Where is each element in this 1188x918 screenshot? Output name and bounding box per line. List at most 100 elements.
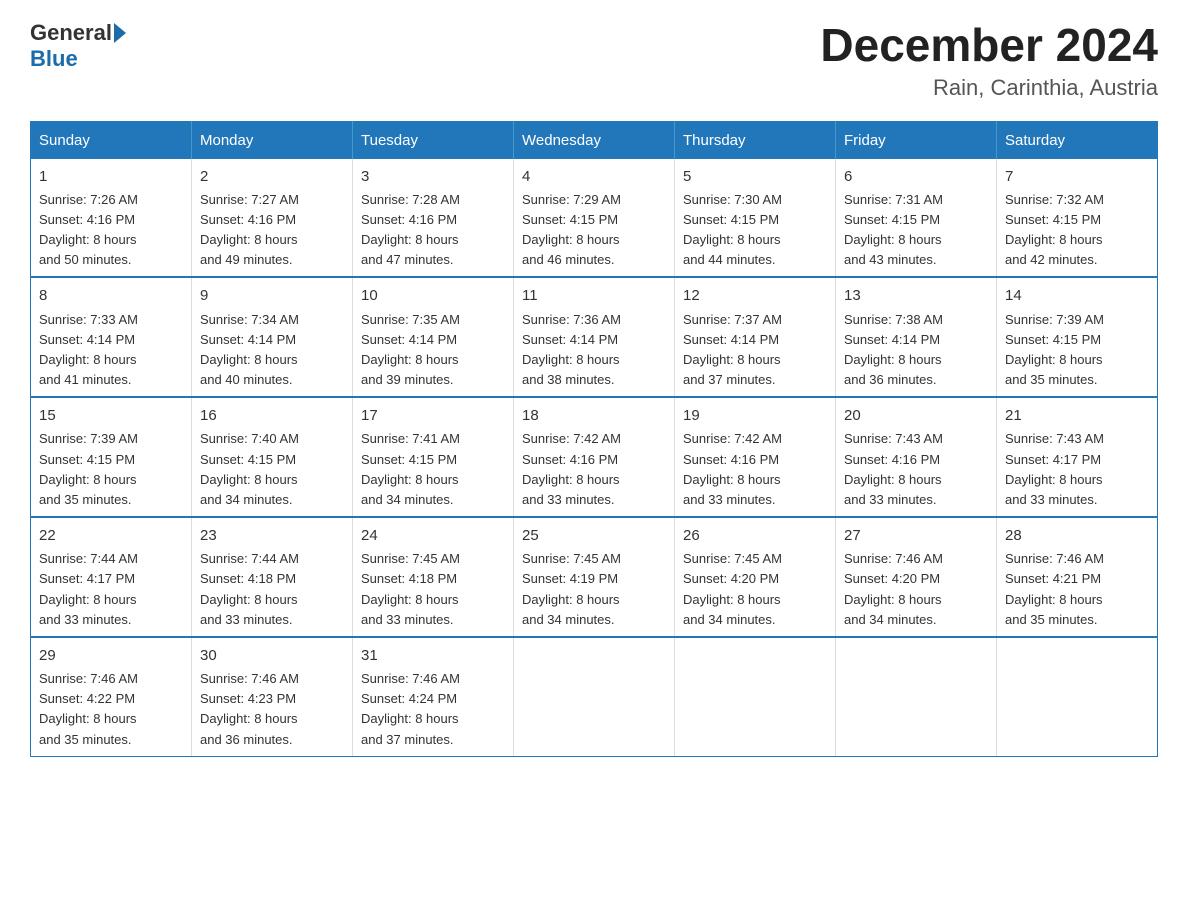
day-info: Sunrise: 7:34 AMSunset: 4:14 PMDaylight:… (200, 312, 299, 387)
day-info: Sunrise: 7:39 AMSunset: 4:15 PMDaylight:… (39, 431, 138, 506)
calendar-table: SundayMondayTuesdayWednesdayThursdayFrid… (30, 121, 1158, 757)
weekday-header-wednesday: Wednesday (514, 121, 675, 159)
calendar-day-cell: 20 Sunrise: 7:43 AMSunset: 4:16 PMDaylig… (836, 397, 997, 517)
page-title: December 2024 (820, 20, 1158, 71)
calendar-day-cell: 3 Sunrise: 7:28 AMSunset: 4:16 PMDayligh… (353, 159, 514, 278)
day-info: Sunrise: 7:42 AMSunset: 4:16 PMDaylight:… (683, 431, 782, 506)
day-number: 4 (522, 165, 666, 188)
day-number: 12 (683, 284, 827, 307)
day-info: Sunrise: 7:43 AMSunset: 4:17 PMDaylight:… (1005, 431, 1104, 506)
calendar-day-cell (675, 637, 836, 756)
day-info: Sunrise: 7:28 AMSunset: 4:16 PMDaylight:… (361, 192, 460, 267)
day-number: 19 (683, 404, 827, 427)
weekday-header-friday: Friday (836, 121, 997, 159)
calendar-day-cell: 12 Sunrise: 7:37 AMSunset: 4:14 PMDaylig… (675, 277, 836, 397)
day-info: Sunrise: 7:46 AMSunset: 4:20 PMDaylight:… (844, 551, 943, 626)
calendar-day-cell: 6 Sunrise: 7:31 AMSunset: 4:15 PMDayligh… (836, 159, 997, 278)
day-info: Sunrise: 7:41 AMSunset: 4:15 PMDaylight:… (361, 431, 460, 506)
day-info: Sunrise: 7:45 AMSunset: 4:18 PMDaylight:… (361, 551, 460, 626)
day-info: Sunrise: 7:35 AMSunset: 4:14 PMDaylight:… (361, 312, 460, 387)
calendar-day-cell: 27 Sunrise: 7:46 AMSunset: 4:20 PMDaylig… (836, 517, 997, 637)
day-number: 16 (200, 404, 344, 427)
day-number: 28 (1005, 524, 1149, 547)
calendar-day-cell: 24 Sunrise: 7:45 AMSunset: 4:18 PMDaylig… (353, 517, 514, 637)
calendar-day-cell: 25 Sunrise: 7:45 AMSunset: 4:19 PMDaylig… (514, 517, 675, 637)
day-number: 24 (361, 524, 505, 547)
day-number: 20 (844, 404, 988, 427)
day-info: Sunrise: 7:29 AMSunset: 4:15 PMDaylight:… (522, 192, 621, 267)
weekday-header-tuesday: Tuesday (353, 121, 514, 159)
calendar-week-row: 22 Sunrise: 7:44 AMSunset: 4:17 PMDaylig… (31, 517, 1158, 637)
calendar-day-cell: 29 Sunrise: 7:46 AMSunset: 4:22 PMDaylig… (31, 637, 192, 756)
day-info: Sunrise: 7:33 AMSunset: 4:14 PMDaylight:… (39, 312, 138, 387)
calendar-day-cell: 22 Sunrise: 7:44 AMSunset: 4:17 PMDaylig… (31, 517, 192, 637)
calendar-day-cell: 30 Sunrise: 7:46 AMSunset: 4:23 PMDaylig… (192, 637, 353, 756)
calendar-day-cell (514, 637, 675, 756)
calendar-day-cell (836, 637, 997, 756)
calendar-day-cell: 11 Sunrise: 7:36 AMSunset: 4:14 PMDaylig… (514, 277, 675, 397)
calendar-day-cell: 21 Sunrise: 7:43 AMSunset: 4:17 PMDaylig… (997, 397, 1158, 517)
day-number: 6 (844, 165, 988, 188)
calendar-day-cell: 10 Sunrise: 7:35 AMSunset: 4:14 PMDaylig… (353, 277, 514, 397)
day-info: Sunrise: 7:27 AMSunset: 4:16 PMDaylight:… (200, 192, 299, 267)
day-info: Sunrise: 7:43 AMSunset: 4:16 PMDaylight:… (844, 431, 943, 506)
day-info: Sunrise: 7:31 AMSunset: 4:15 PMDaylight:… (844, 192, 943, 267)
calendar-day-cell: 5 Sunrise: 7:30 AMSunset: 4:15 PMDayligh… (675, 159, 836, 278)
day-number: 30 (200, 644, 344, 667)
logo: General Blue (30, 20, 126, 72)
calendar-day-cell: 19 Sunrise: 7:42 AMSunset: 4:16 PMDaylig… (675, 397, 836, 517)
calendar-day-cell: 2 Sunrise: 7:27 AMSunset: 4:16 PMDayligh… (192, 159, 353, 278)
day-info: Sunrise: 7:37 AMSunset: 4:14 PMDaylight:… (683, 312, 782, 387)
calendar-day-cell (997, 637, 1158, 756)
calendar-day-cell: 1 Sunrise: 7:26 AMSunset: 4:16 PMDayligh… (31, 159, 192, 278)
day-info: Sunrise: 7:38 AMSunset: 4:14 PMDaylight:… (844, 312, 943, 387)
day-number: 10 (361, 284, 505, 307)
day-info: Sunrise: 7:46 AMSunset: 4:24 PMDaylight:… (361, 671, 460, 746)
page-subtitle: Rain, Carinthia, Austria (820, 75, 1158, 101)
day-number: 15 (39, 404, 183, 427)
day-info: Sunrise: 7:46 AMSunset: 4:22 PMDaylight:… (39, 671, 138, 746)
logo-text-blue: Blue (30, 46, 126, 72)
day-info: Sunrise: 7:42 AMSunset: 4:16 PMDaylight:… (522, 431, 621, 506)
day-number: 7 (1005, 165, 1149, 188)
day-number: 25 (522, 524, 666, 547)
calendar-day-cell: 23 Sunrise: 7:44 AMSunset: 4:18 PMDaylig… (192, 517, 353, 637)
day-info: Sunrise: 7:40 AMSunset: 4:15 PMDaylight:… (200, 431, 299, 506)
calendar-body: 1 Sunrise: 7:26 AMSunset: 4:16 PMDayligh… (31, 159, 1158, 757)
calendar-week-row: 1 Sunrise: 7:26 AMSunset: 4:16 PMDayligh… (31, 159, 1158, 278)
weekday-row: SundayMondayTuesdayWednesdayThursdayFrid… (31, 121, 1158, 159)
calendar-day-cell: 4 Sunrise: 7:29 AMSunset: 4:15 PMDayligh… (514, 159, 675, 278)
day-number: 9 (200, 284, 344, 307)
calendar-day-cell: 8 Sunrise: 7:33 AMSunset: 4:14 PMDayligh… (31, 277, 192, 397)
calendar-day-cell: 16 Sunrise: 7:40 AMSunset: 4:15 PMDaylig… (192, 397, 353, 517)
day-number: 22 (39, 524, 183, 547)
day-info: Sunrise: 7:39 AMSunset: 4:15 PMDaylight:… (1005, 312, 1104, 387)
calendar-day-cell: 14 Sunrise: 7:39 AMSunset: 4:15 PMDaylig… (997, 277, 1158, 397)
day-number: 31 (361, 644, 505, 667)
logo-text-general: General (30, 20, 112, 46)
calendar-day-cell: 28 Sunrise: 7:46 AMSunset: 4:21 PMDaylig… (997, 517, 1158, 637)
day-number: 27 (844, 524, 988, 547)
page-header: General Blue December 2024 Rain, Carinth… (30, 20, 1158, 101)
weekday-header-thursday: Thursday (675, 121, 836, 159)
day-number: 29 (39, 644, 183, 667)
day-info: Sunrise: 7:46 AMSunset: 4:21 PMDaylight:… (1005, 551, 1104, 626)
day-info: Sunrise: 7:46 AMSunset: 4:23 PMDaylight:… (200, 671, 299, 746)
day-info: Sunrise: 7:26 AMSunset: 4:16 PMDaylight:… (39, 192, 138, 267)
day-number: 26 (683, 524, 827, 547)
calendar-week-row: 29 Sunrise: 7:46 AMSunset: 4:22 PMDaylig… (31, 637, 1158, 756)
day-number: 21 (1005, 404, 1149, 427)
calendar-day-cell: 9 Sunrise: 7:34 AMSunset: 4:14 PMDayligh… (192, 277, 353, 397)
day-info: Sunrise: 7:36 AMSunset: 4:14 PMDaylight:… (522, 312, 621, 387)
weekday-header-saturday: Saturday (997, 121, 1158, 159)
weekday-header-sunday: Sunday (31, 121, 192, 159)
weekday-header-monday: Monday (192, 121, 353, 159)
day-number: 14 (1005, 284, 1149, 307)
day-number: 1 (39, 165, 183, 188)
calendar-header: SundayMondayTuesdayWednesdayThursdayFrid… (31, 121, 1158, 159)
day-info: Sunrise: 7:44 AMSunset: 4:18 PMDaylight:… (200, 551, 299, 626)
calendar-day-cell: 26 Sunrise: 7:45 AMSunset: 4:20 PMDaylig… (675, 517, 836, 637)
day-info: Sunrise: 7:30 AMSunset: 4:15 PMDaylight:… (683, 192, 782, 267)
title-block: December 2024 Rain, Carinthia, Austria (820, 20, 1158, 101)
day-number: 23 (200, 524, 344, 547)
